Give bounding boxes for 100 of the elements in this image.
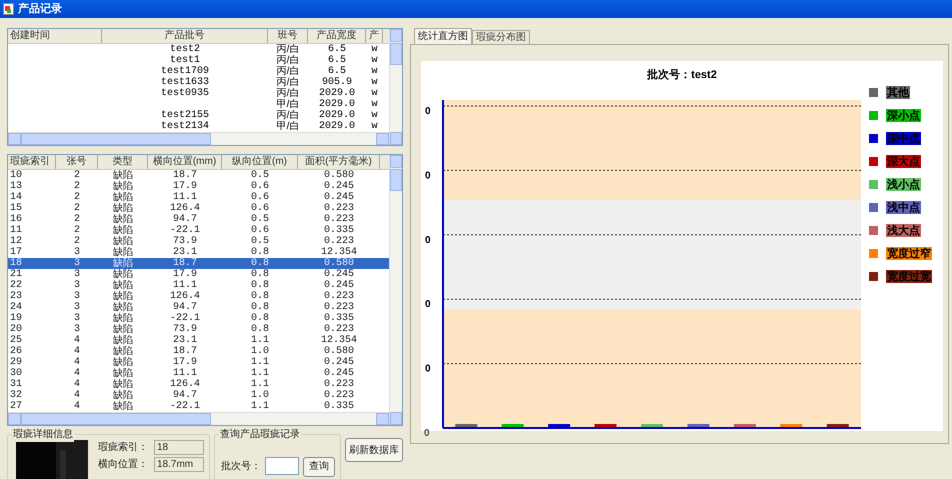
table-cell: 18.7 xyxy=(172,346,197,357)
table-cell: 6.5 xyxy=(328,55,346,66)
table-row[interactable]: 10 2 缺陷 18.7 0.5 0.580 xyxy=(8,170,389,181)
table-cell: 17.9 xyxy=(172,357,197,368)
scrollbar[interactable] xyxy=(389,29,402,145)
table-cell: 126.4 xyxy=(170,203,200,214)
column-header[interactable]: 班号 xyxy=(268,29,308,43)
column-header[interactable]: 瑕疵索引 xyxy=(8,155,56,169)
column-header[interactable]: 产品批号 xyxy=(102,29,268,43)
refresh-button[interactable]: 刷新数据库 xyxy=(345,438,403,462)
axis-tick-label: 0 xyxy=(425,298,431,310)
input-field[interactable]: 18.7mm xyxy=(154,457,204,472)
query-button[interactable]: 查询 xyxy=(302,457,335,477)
table-cell: 2 xyxy=(74,236,80,247)
legend-label: 浅小点 xyxy=(886,178,921,190)
table-cell: 2 xyxy=(74,170,80,181)
input-field[interactable] xyxy=(264,457,299,475)
table-cell: 1.1 xyxy=(250,401,269,412)
table-row[interactable]: 20 3 缺陷 73.9 0.8 0.223 xyxy=(8,324,389,335)
table-cell: 12.354 xyxy=(320,335,357,346)
table-cell: 0.335 xyxy=(324,225,354,236)
table-row[interactable]: 12 2 缺陷 73.9 0.5 0.223 xyxy=(8,236,389,247)
table-cell: 24 xyxy=(10,302,22,313)
input-field[interactable]: 18 xyxy=(154,440,204,455)
table-cell: 2 xyxy=(74,192,80,203)
legend-label: 宽度过窄 xyxy=(886,246,932,260)
table-row[interactable]: 32 4 缺陷 94.7 1.0 0.223 xyxy=(8,390,389,401)
table-cell: 缺陷 xyxy=(113,170,133,181)
legend-label: 浅大点 xyxy=(886,224,921,236)
table-cell: 0.245 xyxy=(324,269,354,280)
table-cell: 0.223 xyxy=(324,302,354,313)
legend-label: 浅中点 xyxy=(886,200,921,214)
table-row[interactable]: 25 4 缺陷 23.1 1.1 12.354 xyxy=(8,335,389,346)
scrollbar[interactable] xyxy=(389,155,402,425)
table-cell: 2 xyxy=(74,214,80,225)
legend-label: 深中点 xyxy=(886,132,921,144)
column-header[interactable]: 面积(平方毫米) xyxy=(298,155,380,169)
table-row[interactable]: test2 丙/白 6.5 w xyxy=(8,44,389,55)
table-cell: -22.1 xyxy=(170,225,200,236)
column-header[interactable]: 创建时间 xyxy=(8,29,102,43)
table-row[interactable]: 18 3 缺陷 18.7 0.8 0.580 xyxy=(8,258,389,269)
table-row[interactable]: 31 4 缺陷 126.4 1.1 0.223 xyxy=(8,379,389,390)
column-header[interactable]: 横向位置(mm) xyxy=(148,155,222,169)
table-cell: test2155 xyxy=(160,110,209,121)
table-cell: 3 xyxy=(74,258,80,269)
tab[interactable]: 瑕疵分布图 xyxy=(472,30,530,44)
table-row[interactable]: 29 4 缺陷 17.9 1.1 0.245 xyxy=(8,357,389,368)
table-row[interactable]: test2134 甲/白 2029.0 w xyxy=(8,121,389,132)
table-row[interactable]: 21 3 缺陷 17.9 0.8 0.245 xyxy=(8,269,389,280)
chart-title: 批次号：test2 xyxy=(647,68,717,83)
table-row[interactable]: 19 3 缺陷 -22.1 0.8 0.335 xyxy=(8,313,389,324)
table-row[interactable]: 甲/白 2029.0 w xyxy=(8,99,389,110)
table-cell: 缺陷 xyxy=(113,368,133,379)
table-cell: 73.9 xyxy=(172,236,197,247)
table-cell: 0.6 xyxy=(250,225,269,236)
axis-tick-label: 0 xyxy=(425,170,431,181)
bar xyxy=(455,424,478,426)
table-row[interactable]: 23 3 缺陷 126.4 0.8 0.223 xyxy=(8,291,389,302)
table-cell: 甲/白 xyxy=(276,99,300,110)
table-row[interactable]: 13 2 缺陷 17.9 0.6 0.245 xyxy=(8,181,389,192)
table-row[interactable]: 11 2 缺陷 -22.1 0.6 0.335 xyxy=(8,225,389,236)
table-cell: 6.5 xyxy=(328,66,346,77)
table-row[interactable]: 22 3 缺陷 11.1 0.8 0.245 xyxy=(8,280,389,291)
table-cell: 3 xyxy=(74,291,80,302)
column-header[interactable]: 产品宽度 xyxy=(308,29,366,43)
table-row[interactable]: 30 4 缺陷 11.1 1.1 0.245 xyxy=(8,368,389,379)
table-cell: 4 xyxy=(74,401,80,412)
bar xyxy=(826,424,849,426)
table-cell: 0.580 xyxy=(324,170,354,181)
table-row[interactable]: test1709 丙/白 6.5 w xyxy=(8,66,389,77)
table-row[interactable]: test1633 丙/白 905.9 w xyxy=(8,77,389,88)
table-row[interactable]: test1 丙/白 6.5 w xyxy=(8,55,389,66)
table-cell: w xyxy=(371,99,378,110)
table-cell: 905.9 xyxy=(322,77,352,88)
scrollbar[interactable] xyxy=(8,412,389,425)
table-cell: 3 xyxy=(74,247,80,258)
column-header[interactable]: 张号 xyxy=(56,155,98,169)
column-header[interactable]: 纵向位置(m) xyxy=(222,155,298,169)
table-cell: 94.7 xyxy=(172,214,197,225)
table-row[interactable]: 16 2 缺陷 94.7 0.5 0.223 xyxy=(8,214,389,225)
legend-label: 宽度过宽 xyxy=(886,270,932,282)
table-row[interactable]: 27 4 缺陷 -22.1 1.1 0.335 xyxy=(8,401,389,412)
table-row[interactable]: 14 2 缺陷 11.1 0.6 0.245 xyxy=(8,192,389,203)
table-cell: 0.223 xyxy=(324,324,354,335)
table-cell: 17 xyxy=(10,247,22,258)
table-row[interactable]: test0935 丙/白 2029.0 w xyxy=(8,88,389,99)
bar xyxy=(594,424,617,426)
table-row[interactable]: 24 3 缺陷 94.7 0.8 0.223 xyxy=(8,302,389,313)
table-row[interactable]: 26 4 缺陷 18.7 1.0 0.580 xyxy=(8,346,389,357)
scrollbar[interactable] xyxy=(8,132,389,145)
tab[interactable]: 统计直方图 xyxy=(414,28,472,44)
table-cell: 2029.0 xyxy=(318,110,355,121)
table-cell: 0.223 xyxy=(324,379,354,390)
column-header[interactable]: 产 xyxy=(366,29,383,43)
table-cell: 18 xyxy=(10,258,22,269)
table-row[interactable]: 15 2 缺陷 126.4 0.6 0.223 xyxy=(8,203,389,214)
table-row[interactable]: 17 3 缺陷 23.1 0.8 12.354 xyxy=(8,247,389,258)
axis-tick-label: 0 xyxy=(425,363,431,374)
column-header[interactable]: 类型 xyxy=(98,155,148,169)
table-row[interactable]: test2155 丙/白 2029.0 w xyxy=(8,110,389,121)
